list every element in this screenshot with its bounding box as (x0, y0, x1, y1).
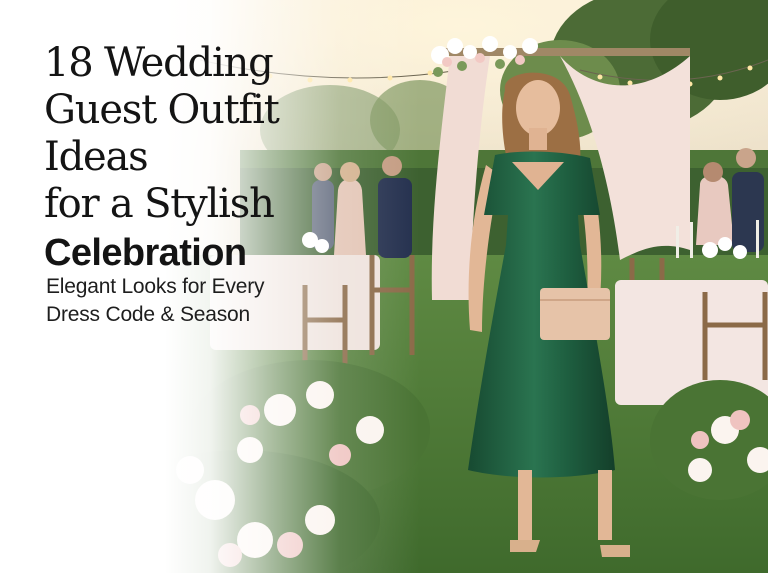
headline: 18 Wedding Guest Outfit Ideas for a Styl… (44, 40, 374, 276)
subtitle: Elegant Looks for Every Dress Code & Sea… (46, 273, 326, 329)
headline-line-2: Guest Outfit Ideas (44, 87, 280, 180)
headline-line-4: Celebration (44, 232, 247, 274)
subtitle-line-2: Dress Code & Season (46, 303, 250, 326)
subtitle-line-1: Elegant Looks for Every (46, 275, 265, 298)
article-hero: 18 Wedding Guest Outfit Ideas for a Styl… (0, 0, 768, 573)
headline-line-1: 18 Wedding (44, 40, 274, 86)
blush-clutch (540, 288, 610, 340)
headline-line-3: for a Stylish (44, 181, 275, 227)
